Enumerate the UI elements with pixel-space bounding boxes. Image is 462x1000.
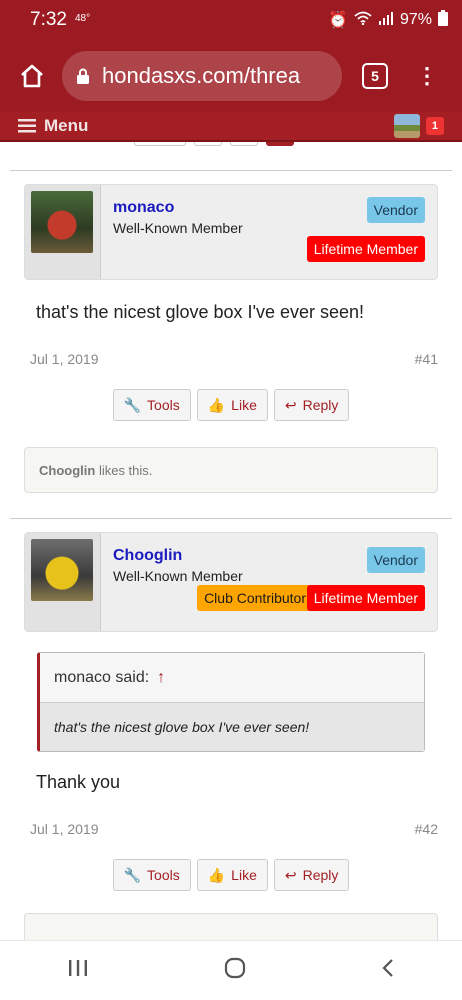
lifetime-member-banner: Lifetime Member [306, 585, 425, 611]
likes-summary: Chooglin likes this. [24, 447, 438, 493]
hamburger-icon [18, 119, 36, 133]
user-info-box: Chooglin Well-Known Member Vendor Club C… [24, 532, 438, 632]
page-nav-partial [134, 142, 294, 146]
reply-label: Reply [302, 867, 339, 883]
recent-apps-icon[interactable] [67, 959, 89, 982]
reply-arrow-icon: ↩ [284, 396, 297, 413]
post-divider [10, 518, 452, 519]
home-button[interactable] [14, 58, 50, 94]
liker-name[interactable]: Chooglin [39, 463, 95, 478]
url-text: hondasxs.com/threa [102, 63, 301, 88]
post-date[interactable]: Jul 1, 2019 [30, 821, 99, 837]
tools-button[interactable]: 🔧 Tools [112, 389, 191, 421]
alarm-icon: ⏰ [328, 12, 348, 29]
status-temperature: 48° [74, 12, 91, 24]
home-circle-icon[interactable] [224, 957, 246, 984]
status-time: 7:32 [30, 9, 67, 30]
tools-label: Tools [147, 397, 180, 413]
vendor-banner: Vendor [366, 547, 425, 573]
post-divider [10, 170, 452, 171]
post-41: monaco Well-Known Member Vendor Lifetime… [24, 184, 438, 493]
home-icon [21, 64, 43, 88]
status-bar: 7:32 48° ⏰ 97% [0, 0, 462, 40]
lock-icon [77, 68, 89, 84]
tab-switcher-button[interactable]: 5 [362, 63, 388, 89]
menu-button[interactable]: Menu [18, 116, 88, 136]
thread-content: monaco Well-Known Member Vendor Lifetime… [0, 142, 462, 940]
battery-percent: 97% [399, 11, 432, 28]
thumbs-up-icon: 👍 [207, 866, 226, 883]
post-actions: 🔧 Tools 👍 Like ↩ Reply [24, 859, 438, 891]
post-number[interactable]: #42 [415, 821, 438, 837]
quote-text: that's the nicest glove box I've ever se… [40, 703, 424, 751]
post-42: Chooglin Well-Known Member Vendor Club C… [24, 532, 438, 940]
wrench-icon: 🔧 [123, 396, 142, 413]
wrench-icon: 🔧 [123, 866, 142, 883]
like-label: Like [231, 397, 257, 413]
likes-suffix: likes this. [95, 462, 153, 478]
quote-jump-arrow-icon[interactable]: ↑ [157, 669, 165, 687]
post-number[interactable]: #41 [415, 351, 438, 367]
like-button[interactable]: 👍 Like [196, 389, 268, 421]
alert-badge[interactable]: 1 [425, 117, 444, 135]
browser-toolbar: hondasxs.com/threa 5 ⋮ [0, 40, 462, 112]
battery-icon [438, 9, 448, 31]
post-body: Thank you [36, 772, 121, 792]
reply-button[interactable]: ↩ Reply [273, 389, 350, 421]
system-nav-bar [0, 940, 462, 1000]
like-button[interactable]: 👍 Like [196, 859, 268, 891]
club-contributor-banner: Club Contributor [197, 585, 313, 611]
url-field[interactable]: hondasxs.com/threa [62, 51, 342, 101]
likes-summary-partial [24, 913, 438, 940]
avatar[interactable] [31, 191, 93, 253]
lifetime-member-banner: Lifetime Member [306, 236, 425, 262]
reply-arrow-icon: ↩ [284, 866, 297, 883]
like-label: Like [231, 867, 257, 883]
avatar[interactable] [31, 539, 93, 601]
user-avatar[interactable] [393, 114, 420, 138]
signal-icon [378, 11, 394, 30]
wifi-icon [354, 11, 372, 30]
thumbs-up-icon: 👍 [207, 396, 226, 413]
tools-label: Tools [147, 867, 180, 883]
quote-block: monaco said: ↑ that's the nicest glove b… [37, 652, 425, 752]
forum-nav-bar: Menu 1 [0, 112, 462, 142]
status-icons: ⏰ 97% [328, 9, 448, 31]
browser-menu-icon[interactable]: ⋮ [416, 65, 438, 87]
post-body: that's the nicest glove box I've ever se… [36, 302, 365, 322]
user-info-box: monaco Well-Known Member Vendor Lifetime… [24, 184, 438, 280]
post-actions: 🔧 Tools 👍 Like ↩ Reply [24, 389, 438, 421]
quote-author: monaco said: [54, 668, 150, 686]
reply-label: Reply [302, 397, 339, 413]
reply-button[interactable]: ↩ Reply [273, 859, 350, 891]
post-date[interactable]: Jul 1, 2019 [30, 351, 99, 367]
menu-label: Menu [44, 116, 89, 135]
back-icon[interactable] [381, 958, 395, 983]
vendor-banner: Vendor [366, 197, 425, 223]
tools-button[interactable]: 🔧 Tools [112, 859, 191, 891]
